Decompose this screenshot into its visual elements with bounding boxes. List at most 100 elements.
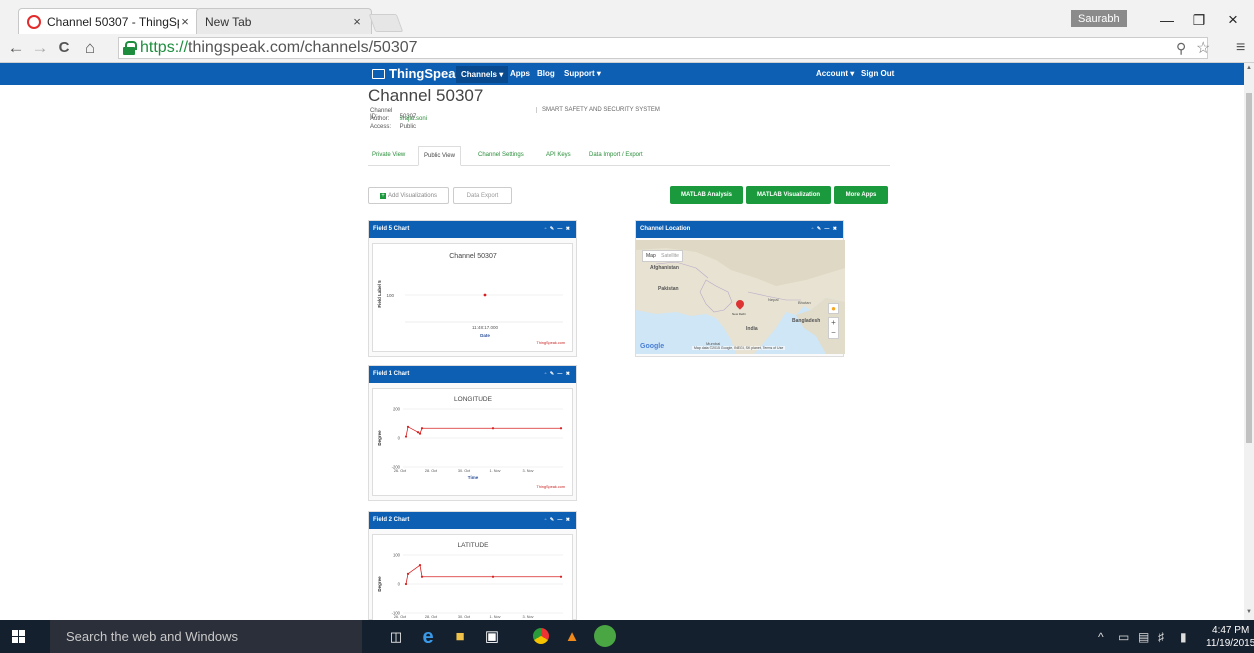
browser-tab-active[interactable]: Channel 50307 - ThingSpe ×	[18, 8, 200, 34]
tab-private-view[interactable]: Private View	[372, 152, 405, 158]
plus-icon: +	[380, 192, 387, 199]
meta-key: Access:	[370, 124, 392, 130]
nav-account[interactable]: Account ▾	[816, 69, 854, 78]
field5-chart: Channel 50307 100 Field Label 5 11:48:17.00…	[372, 243, 573, 352]
widget-tools-icon[interactable]: ▫ ✎ — ✖	[545, 517, 571, 523]
data-point	[406, 572, 410, 575]
network-icon[interactable]: ▤	[1138, 630, 1149, 644]
tab-channel-settings[interactable]: Channel Settings	[478, 152, 524, 158]
x-tick-label: 1. Nov	[490, 615, 501, 619]
x-axis-label: Date	[480, 333, 490, 338]
tab-close-icon[interactable]: ×	[179, 14, 191, 29]
widget-header: Field 1 Chart ▫ ✎ — ✖	[369, 366, 576, 383]
notifications-icon[interactable]: ▮	[1180, 630, 1187, 644]
map-zoom-controls[interactable]: + −	[828, 317, 839, 339]
satellite-tab[interactable]: Satellite	[661, 253, 679, 259]
taskbar-clock[interactable]: 4:47 PM 11/19/2015	[1206, 624, 1254, 650]
data-point	[491, 427, 495, 430]
widget-tools-icon[interactable]: ▫ ✎ — ✖	[545, 226, 571, 232]
add-visualizations-button[interactable]: + Add Visualizations	[368, 187, 449, 204]
channel-tabs: Private View Public View Channel Setting…	[368, 146, 890, 166]
home-button[interactable]: ⌂	[80, 38, 100, 58]
back-button[interactable]: ←	[6, 38, 26, 58]
chart-title: LONGITUDE	[454, 396, 493, 403]
field5-chart-svg: Channel 50307 100 Field Label 5 11:48:17.00…	[377, 253, 565, 345]
restore-button[interactable]: ❐	[1186, 10, 1212, 30]
menu-icon[interactable]: ≡	[1236, 39, 1245, 57]
data-point	[559, 427, 563, 430]
window-close-button[interactable]: ×	[1220, 10, 1246, 30]
author-link[interactable]: srajat.soni	[400, 116, 427, 122]
map-type-toggle[interactable]: Map Satellite	[642, 250, 683, 262]
nav-apps[interactable]: Apps	[510, 69, 530, 78]
tray-overflow-icon[interactable]: ^	[1098, 630, 1104, 644]
windows-taskbar: Search the web and Windows ◫ e ■ ▣ ▲ ^ ▭…	[0, 620, 1254, 653]
tab-api-keys[interactable]: API Keys	[546, 152, 571, 158]
longitude-chart-svg: LONGITUDE2000-200Degree26. Oct 28. Oct 30.…	[377, 396, 566, 489]
vlc-icon[interactable]: ▲	[562, 627, 582, 647]
file-explorer-icon[interactable]: ■	[450, 627, 470, 647]
data-point	[418, 432, 422, 435]
address-bar[interactable]: https://thingspeak.com/channels/50307	[118, 37, 1208, 59]
taskbar-search[interactable]: Search the web and Windows	[50, 620, 362, 653]
map-label: India	[746, 326, 758, 332]
field2-widget: Field 2 Chart ▫ ✎ — ✖ LATITUDE 100 0 -100 De…	[368, 511, 577, 621]
zoom-out-button[interactable]: −	[829, 328, 838, 338]
battery-icon[interactable]: ▭	[1118, 630, 1129, 644]
lock-icon	[123, 41, 137, 55]
field2-chart: LATITUDE 100 0 -100 Degree 26. Oct 28. Oct 30. …	[372, 534, 573, 621]
nav-sign-out[interactable]: Sign Out	[861, 69, 894, 78]
pegman-icon[interactable]: ●	[828, 303, 839, 314]
bookmark-star-icon[interactable]: ☆	[1196, 38, 1210, 58]
browser-tab-new[interactable]: New Tab ×	[196, 8, 372, 34]
meta-row: Access: Public	[370, 124, 416, 130]
page-scrollbar[interactable]: ▲ ▼	[1244, 63, 1254, 620]
widget-header: Field 5 Chart ▫ ✎ — ✖	[369, 221, 576, 238]
profile-button[interactable]: Saurabh	[1071, 10, 1127, 27]
task-view-icon[interactable]: ◫	[386, 627, 406, 647]
map-attribution[interactable]: Map data ©2015 Google, INEGI, SK planet,…	[692, 346, 786, 350]
chart-title: LATITUDE	[458, 542, 490, 549]
scroll-down-icon[interactable]: ▼	[1244, 609, 1254, 615]
scroll-up-icon[interactable]: ▲	[1244, 65, 1254, 71]
chrome-icon[interactable]	[530, 625, 552, 647]
matlab-analysis-button[interactable]: MATLAB Analysis	[670, 186, 743, 204]
chart-credit: ThingSpeak.com	[537, 485, 566, 489]
tab-close-icon[interactable]: ×	[351, 14, 363, 29]
utorrent-icon[interactable]	[594, 625, 616, 647]
zoom-in-button[interactable]: +	[829, 318, 838, 328]
reload-button[interactable]: C	[54, 38, 74, 58]
x-tick-label: 3. Nov	[523, 469, 534, 473]
nav-blog[interactable]: Blog	[537, 69, 555, 78]
zoom-icon[interactable]: ⚲	[1176, 40, 1186, 57]
edge-icon[interactable]: e	[418, 627, 438, 647]
thingspeak-logo[interactable]: ThingSpeak	[372, 66, 463, 81]
volume-icon[interactable]: ♯	[1158, 630, 1164, 644]
data-point	[420, 575, 424, 578]
map-tab[interactable]: Map	[646, 253, 656, 259]
channel-map[interactable]: Map Satellite Afghanistan Pakistan Nepal…	[636, 240, 845, 354]
more-apps-button[interactable]: More Apps	[834, 186, 888, 204]
nav-channels[interactable]: Channels ▾	[456, 66, 509, 83]
latitude-chart-svg: LATITUDE1000-100Degree26. Oct 28. Oct 30. …	[377, 542, 563, 619]
clock-date: 11/19/2015	[1206, 638, 1254, 649]
store-icon[interactable]: ▣	[482, 627, 502, 647]
map-label: Bhutan	[798, 300, 811, 305]
scrollbar-thumb[interactable]	[1246, 93, 1252, 443]
widget-tools-icon[interactable]: ▫ ✎ — ✖	[545, 371, 571, 377]
nav-support[interactable]: Support ▾	[564, 69, 601, 78]
field1-chart: LONGITUDE 200 0 -200 Degree 26. Oct 28. Oct 30.…	[372, 388, 573, 496]
meta-row: Author: srajat.soni	[370, 116, 427, 122]
site-navbar: ThingSpeak Channels ▾ Apps Blog Support …	[0, 63, 1254, 85]
widget-tools-icon[interactable]: ▫ ✎ — ✖	[812, 226, 838, 232]
tab-public-view[interactable]: Public View	[418, 146, 461, 166]
matlab-visualization-button[interactable]: MATLAB Visualization	[746, 186, 831, 204]
new-tab-button[interactable]	[368, 14, 404, 32]
x-tick-label: 3. Nov	[523, 615, 534, 619]
tab-data-import-export[interactable]: Data Import / Export	[589, 152, 643, 158]
windows-start-icon[interactable]	[12, 630, 26, 644]
minimize-button[interactable]: —	[1154, 10, 1180, 30]
data-export-button[interactable]: Data Export	[453, 187, 512, 204]
browser-toolbar: ← → C ⌂ https://thingspeak.com/channels/…	[0, 34, 1254, 63]
forward-button[interactable]: →	[30, 38, 50, 58]
